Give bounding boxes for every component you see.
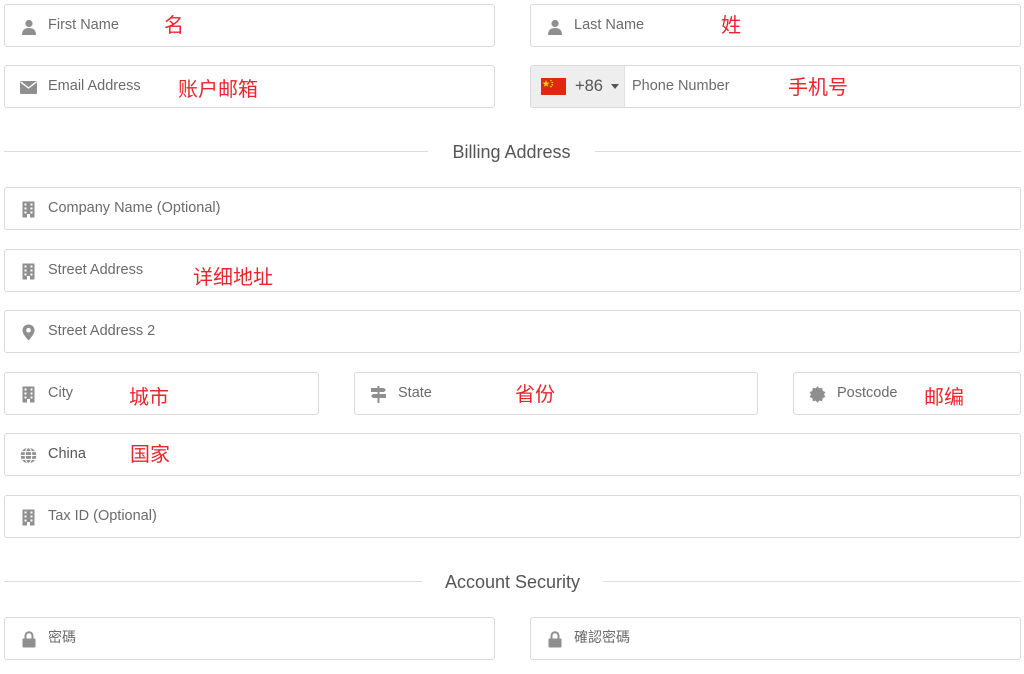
- last-name-field[interactable]: Last Name: [530, 4, 1021, 47]
- street-address-2-placeholder: Street Address 2: [48, 323, 156, 339]
- city-placeholder: City: [48, 385, 73, 401]
- user-icon: [20, 18, 37, 35]
- phone-placeholder: Phone Number: [632, 78, 730, 94]
- building-icon: [20, 201, 37, 218]
- last-name-placeholder: Last Name: [574, 17, 645, 33]
- postcode-placeholder: Postcode: [837, 385, 898, 401]
- first-name-placeholder: First Name: [48, 17, 119, 33]
- email-field[interactable]: Email Address: [4, 65, 495, 108]
- divider-left: [4, 151, 428, 152]
- password-placeholder: 密碼: [48, 630, 76, 646]
- envelope-icon: [20, 79, 37, 96]
- user-icon: [546, 18, 563, 35]
- certificate-icon: [809, 386, 826, 403]
- account-security-title: Account Security: [444, 572, 581, 592]
- postcode-field[interactable]: Postcode: [793, 372, 1021, 415]
- street-address-placeholder: Street Address: [48, 262, 144, 278]
- map-pin-icon: [20, 324, 37, 341]
- first-name-field[interactable]: First Name: [4, 4, 495, 47]
- chevron-down-icon: [611, 84, 619, 89]
- country-code-select[interactable]: +86: [531, 66, 625, 107]
- tax-id-field[interactable]: Tax ID (Optional): [4, 495, 1021, 538]
- country-select[interactable]: China: [4, 433, 1021, 476]
- confirm-password-placeholder: 確認密碼: [574, 630, 630, 646]
- state-placeholder: State: [398, 385, 432, 401]
- street-address-2-field[interactable]: Street Address 2: [4, 310, 1021, 353]
- lock-icon: [546, 631, 563, 648]
- building-icon: [20, 386, 37, 403]
- country-code: +86: [575, 77, 603, 95]
- building-icon: [20, 509, 37, 526]
- tax-id-placeholder: Tax ID (Optional): [48, 508, 157, 524]
- company-name-placeholder: Company Name (Optional): [48, 200, 221, 216]
- street-address-field[interactable]: Street Address: [4, 249, 1021, 292]
- billing-address-title: Billing Address: [452, 142, 571, 162]
- city-field[interactable]: City: [4, 372, 319, 415]
- divider-right: [595, 151, 1021, 152]
- lock-icon: [20, 631, 37, 648]
- phone-field[interactable]: +86 Phone Number: [530, 65, 1021, 108]
- china-flag-icon: [541, 78, 566, 95]
- country-value: China: [48, 446, 86, 462]
- confirm-password-field[interactable]: 確認密碼: [530, 617, 1021, 660]
- divider-left: [4, 581, 422, 582]
- globe-icon: [20, 447, 37, 464]
- company-name-field[interactable]: Company Name (Optional): [4, 187, 1021, 230]
- building-icon: [20, 263, 37, 280]
- password-field[interactable]: 密碼: [4, 617, 495, 660]
- state-field[interactable]: State: [354, 372, 758, 415]
- divider-right: [603, 581, 1021, 582]
- email-placeholder: Email Address: [48, 78, 141, 94]
- signpost-icon: [370, 386, 387, 403]
